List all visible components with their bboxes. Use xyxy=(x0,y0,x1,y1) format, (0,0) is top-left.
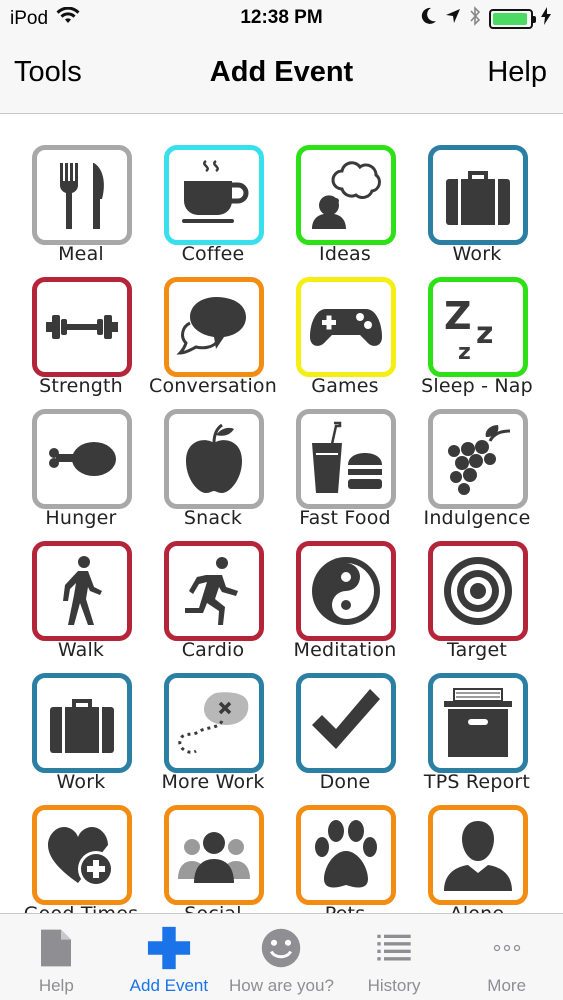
tab-label: Help xyxy=(38,976,74,995)
thinking-head-icon xyxy=(308,157,384,233)
tile-frame[interactable] xyxy=(428,541,528,641)
tile-frame[interactable] xyxy=(32,673,132,773)
tile-label: Sleep - Nap xyxy=(421,375,533,397)
tab-history[interactable]: History xyxy=(338,914,451,1000)
tab-more[interactable]: More xyxy=(450,914,563,1000)
plus-icon xyxy=(145,924,193,972)
tile-frame[interactable] xyxy=(428,409,528,509)
event-tile-work[interactable]: Work xyxy=(402,145,552,275)
tile-frame[interactable] xyxy=(164,409,264,509)
tab-help[interactable]: Help xyxy=(0,914,113,1000)
tile-label: Work xyxy=(452,243,502,265)
event-tile-sleep-nap[interactable]: Z z z Sleep - Nap xyxy=(402,277,552,407)
dumbbell-icon xyxy=(44,289,120,365)
zzz-icon: Z z z xyxy=(440,289,516,365)
event-tile-target[interactable]: Target xyxy=(402,541,552,671)
grapes-icon xyxy=(440,421,516,497)
moon-icon xyxy=(421,7,437,31)
page-title: Add Event xyxy=(209,56,354,88)
charging-bolt-icon xyxy=(541,7,551,31)
checkmark-icon xyxy=(308,685,384,761)
navigation-bar: Tools Add Event Help xyxy=(0,40,563,114)
tile-frame[interactable] xyxy=(32,277,132,377)
speech-bubbles-icon xyxy=(176,289,252,365)
battery-level xyxy=(493,13,528,25)
tile-frame[interactable] xyxy=(428,673,528,773)
bluetooth-icon xyxy=(469,6,481,32)
event-tile-pets[interactable]: Pets xyxy=(270,805,420,915)
group-people-icon xyxy=(176,817,252,893)
tile-frame[interactable] xyxy=(296,145,396,245)
tile-frame[interactable] xyxy=(296,277,396,377)
gamepad-icon xyxy=(308,289,384,365)
event-tile-indulgence[interactable]: Indulgence xyxy=(402,409,552,539)
location-arrow-icon xyxy=(445,8,461,30)
tile-frame[interactable] xyxy=(296,541,396,641)
tile-frame[interactable] xyxy=(164,673,264,773)
event-tile-good-times[interactable]: Good Times xyxy=(6,805,156,915)
status-bar: iPod 12:38 PM xyxy=(0,0,563,40)
treasure-map-icon xyxy=(176,685,252,761)
svg-text:Z: Z xyxy=(444,294,472,338)
drumstick-icon xyxy=(44,421,120,497)
battery-icon xyxy=(489,9,536,29)
tile-frame[interactable] xyxy=(32,805,132,905)
tab-add-event[interactable]: Add Event xyxy=(113,914,226,1000)
file-box-icon xyxy=(440,685,516,761)
apple-icon xyxy=(176,421,252,497)
tile-frame[interactable] xyxy=(32,409,132,509)
tile-frame[interactable] xyxy=(296,409,396,509)
tile-frame[interactable] xyxy=(428,805,528,905)
tab-label: How are you? xyxy=(229,976,334,995)
fast-food-icon xyxy=(308,421,384,497)
yin-yang-icon xyxy=(308,553,384,629)
paw-print-icon xyxy=(308,817,384,893)
target-icon xyxy=(440,553,516,629)
tile-frame[interactable] xyxy=(428,145,528,245)
tile-label: Indulgence xyxy=(423,507,531,529)
tile-label: TPS Report xyxy=(423,771,531,793)
tab-how-are-you[interactable]: How are you? xyxy=(225,914,338,1000)
running-person-icon xyxy=(176,553,252,629)
tile-frame[interactable]: Z z z xyxy=(428,277,528,377)
event-tile-social[interactable]: Social xyxy=(138,805,288,915)
tab-label: Add Event xyxy=(129,976,209,995)
tile-frame[interactable] xyxy=(32,541,132,641)
tab-label: History xyxy=(367,976,421,995)
document-icon xyxy=(32,924,80,972)
walking-person-icon xyxy=(44,553,120,629)
tab-bar: Help Add Event How are you? History More xyxy=(0,913,563,1000)
briefcase-icon xyxy=(440,157,516,233)
status-right xyxy=(421,6,551,32)
tile-frame[interactable] xyxy=(164,277,264,377)
event-tile-tps-report[interactable]: TPS Report xyxy=(402,673,552,803)
tile-frame[interactable] xyxy=(164,805,264,905)
svg-text:z: z xyxy=(476,316,493,351)
briefcase-icon xyxy=(44,685,120,761)
event-tile-alone[interactable]: Alone xyxy=(402,805,552,915)
tile-frame[interactable] xyxy=(296,805,396,905)
coffee-cup-icon xyxy=(176,157,252,233)
tile-frame[interactable] xyxy=(32,145,132,245)
svg-text:z: z xyxy=(458,340,471,365)
tile-frame[interactable] xyxy=(296,673,396,773)
tile-frame[interactable] xyxy=(164,145,264,245)
smiley-icon xyxy=(257,924,305,972)
help-button[interactable]: Help xyxy=(487,56,547,89)
more-dots-icon xyxy=(483,924,531,972)
tab-label: More xyxy=(487,976,527,995)
single-person-icon xyxy=(440,817,516,893)
tile-frame[interactable] xyxy=(164,541,264,641)
fork-knife-icon xyxy=(44,157,120,233)
heart-plus-icon xyxy=(44,817,120,893)
tile-label: Target xyxy=(447,639,507,661)
event-grid: Meal Coffee Ideas Work Strength Conversa… xyxy=(0,115,563,915)
list-icon xyxy=(370,924,418,972)
